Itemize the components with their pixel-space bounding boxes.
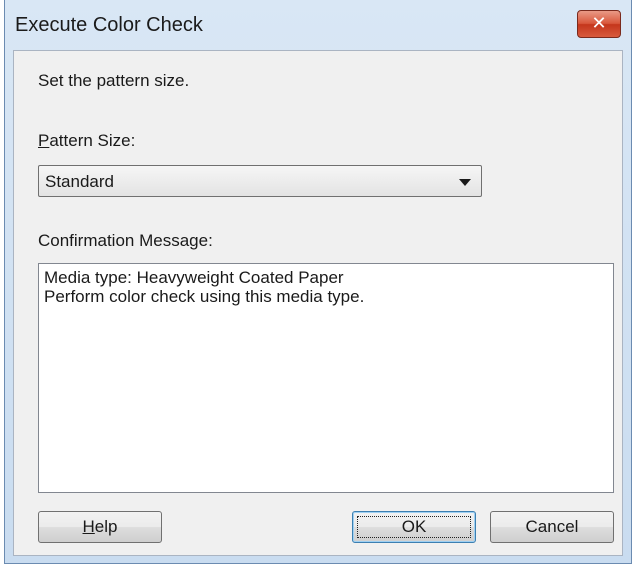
pattern-size-selected: Standard xyxy=(45,172,114,191)
cancel-button[interactable]: Cancel xyxy=(490,511,614,543)
help-button-label: elp xyxy=(94,517,118,536)
cancel-button-label: Cancel xyxy=(525,517,579,536)
ok-button[interactable]: OK xyxy=(352,511,476,543)
pattern-size-label: Pattern Size: xyxy=(38,131,135,151)
focus-ring xyxy=(357,516,471,538)
close-button[interactable]: ✕ xyxy=(577,10,621,38)
pattern-size-mnemonic: P xyxy=(38,131,50,150)
help-mnemonic: H xyxy=(82,517,95,536)
instruction-text: Set the pattern size. xyxy=(38,71,190,90)
confirmation-message-box[interactable]: Media type: Heavyweight Coated Paper Per… xyxy=(38,263,614,493)
dropdown-arrow-icon[interactable] xyxy=(459,179,471,186)
confirmation-message-label: Confirmation Message: xyxy=(38,231,213,250)
pattern-size-label-text: attern Size: xyxy=(49,131,136,150)
help-button[interactable]: Help xyxy=(38,511,162,543)
confirmation-line-media-type: Media type: Heavyweight Coated Paper xyxy=(44,268,344,287)
pattern-size-dropdown[interactable]: Standard xyxy=(38,165,482,197)
title-bar[interactable]: Execute Color Check ✕ xyxy=(5,0,631,50)
confirmation-line-instruction: Perform color check using this media typ… xyxy=(44,287,365,306)
execute-color-check-dialog: Execute Color Check ✕ Set the pattern si… xyxy=(4,0,632,564)
dialog-body: Set the pattern size. Pattern Size: Stan… xyxy=(13,50,623,556)
window-title: Execute Color Check xyxy=(15,14,203,36)
close-icon: ✕ xyxy=(591,13,607,34)
